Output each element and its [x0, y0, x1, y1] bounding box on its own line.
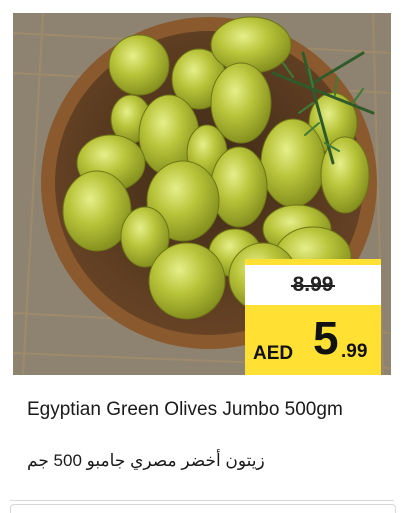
product-image[interactable]: 8.99 AED 5 .99 [13, 13, 391, 375]
price-badge: 8.99 AED 5 .99 [245, 259, 381, 375]
card-divider [10, 500, 394, 501]
new-price-decimal: .99 [341, 341, 368, 362]
new-price-integer: 5 [313, 312, 339, 364]
product-title-en[interactable]: Egyptian Green Olives Jumbo 500gm [27, 397, 387, 423]
product-card[interactable]: 8.99 AED 5 .99 Egyptian Green Olives Jum… [13, 13, 391, 493]
product-title-ar: زيتون أخضر مصري جامبو 500 جم [27, 451, 265, 470]
currency-label: AED [253, 343, 294, 364]
old-price: 8.99 [245, 265, 381, 305]
old-price-value: 8.99 [290, 273, 336, 296]
